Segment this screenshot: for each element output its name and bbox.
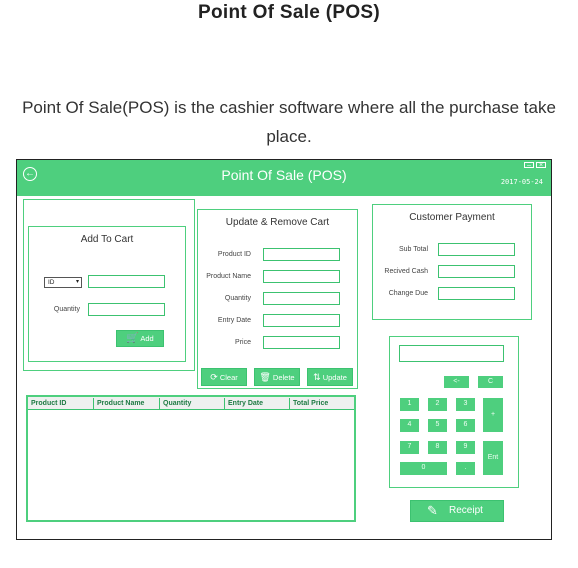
key-3[interactable]: 3 <box>456 398 475 411</box>
sync-icon: ⇅ <box>313 372 321 382</box>
quantity-label: Quantity <box>53 306 80 313</box>
app-title: Point Of Sale (POS) <box>221 167 347 183</box>
keypad-display[interactable] <box>399 345 504 362</box>
price-label: Price <box>235 339 251 346</box>
column-entry-date[interactable]: Entry Date <box>225 398 290 410</box>
entry-date-input[interactable] <box>263 314 340 327</box>
search-type-value: ID <box>48 279 55 286</box>
update-quantity-input[interactable] <box>263 292 340 305</box>
key-decimal[interactable]: . <box>456 462 475 475</box>
key-7[interactable]: 7 <box>400 441 419 454</box>
key-9[interactable]: 9 <box>456 441 475 454</box>
change-due-input[interactable] <box>438 287 515 300</box>
entry-date-label: Entry Date <box>217 317 251 324</box>
column-product-name[interactable]: Product Name <box>94 398 160 410</box>
key-0[interactable]: 0 <box>400 462 447 475</box>
receipt-button[interactable]: ✎ Receipt <box>410 500 504 522</box>
key-6[interactable]: 6 <box>456 419 475 432</box>
clear-button[interactable]: ⟳ Clear <box>201 368 247 386</box>
product-name-label: Product Name <box>206 273 251 280</box>
payment-title: Customer Payment <box>409 212 495 223</box>
sub-total-input[interactable] <box>438 243 515 256</box>
page-heading: Point Of Sale (POS) <box>198 2 380 23</box>
search-type-select[interactable]: ID ▾ <box>44 277 82 288</box>
add-to-cart-title: Add To Cart <box>80 234 134 245</box>
date-label: 2017-05-24 <box>500 178 543 186</box>
trash-icon: 🗑 <box>259 372 271 382</box>
minimize-icon[interactable]: – <box>524 162 534 169</box>
column-product-id[interactable]: Product ID <box>28 398 94 410</box>
key-4[interactable]: 4 <box>400 419 419 432</box>
table-body[interactable] <box>28 410 354 518</box>
sub-total-label: Sub Total <box>398 246 428 253</box>
column-quantity[interactable]: Quantity <box>160 398 225 410</box>
page-description: Point Of Sale(POS) is the cashier softwa… <box>22 98 556 146</box>
key-2[interactable]: 2 <box>428 398 447 411</box>
update-button[interactable]: ⇅ Update <box>307 368 353 386</box>
delete-button[interactable]: 🗑 Delete <box>254 368 300 386</box>
plus-key[interactable]: + <box>483 398 503 432</box>
update-cart-title: Update & Remove Cart <box>225 217 330 228</box>
enter-key[interactable]: Ent <box>483 441 503 475</box>
receipt-icon: ✎ <box>427 503 438 518</box>
key-5[interactable]: 5 <box>428 419 447 432</box>
price-input[interactable] <box>263 336 340 349</box>
received-cash-input[interactable] <box>438 265 515 278</box>
column-total-price[interactable]: Total Price <box>290 398 354 410</box>
close-icon[interactable]: × <box>536 162 546 169</box>
chevron-down-icon: ▾ <box>75 279 79 285</box>
backspace-key[interactable]: <- <box>444 376 469 388</box>
quantity-input[interactable] <box>88 303 165 316</box>
product-name-input[interactable] <box>263 270 340 283</box>
change-due-label: Change Due <box>388 290 428 297</box>
search-input[interactable] <box>88 275 165 288</box>
cart-icon: 🛒 <box>126 333 139 344</box>
update-quantity-label: Quantity <box>224 295 251 302</box>
clear-key[interactable]: C <box>478 376 503 388</box>
product-id-input[interactable] <box>263 248 340 261</box>
received-cash-label: Recived Cash <box>384 268 428 275</box>
refresh-icon: ⟳ <box>210 372 218 382</box>
key-1[interactable]: 1 <box>400 398 419 411</box>
product-id-label: Product ID <box>217 251 251 258</box>
key-8[interactable]: 8 <box>428 441 447 454</box>
add-button[interactable]: 🛒 Add <box>116 330 164 347</box>
